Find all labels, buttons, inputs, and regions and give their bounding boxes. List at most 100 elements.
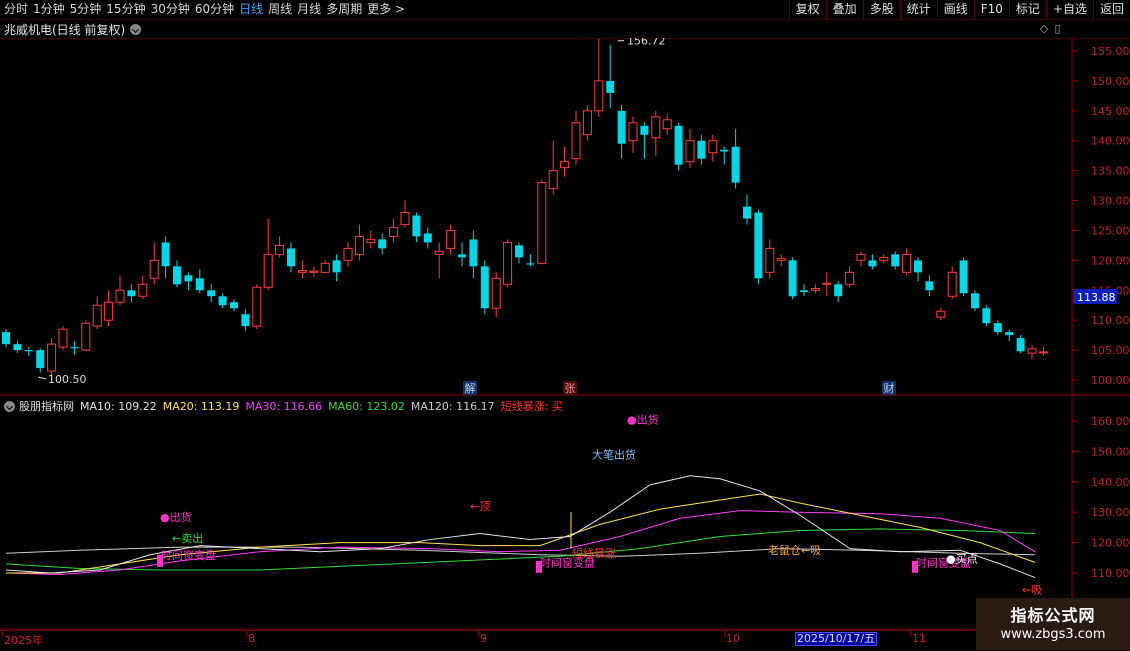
candle [161, 236, 170, 279]
sell-signal-top: ●出货 [627, 412, 659, 426]
big-sell-signal: 大笔出货 [592, 447, 636, 461]
period-tab-0[interactable]: 分时 [4, 0, 33, 19]
candle [320, 260, 330, 274]
candle-body [1016, 338, 1025, 352]
price-y-tick-label: 100.00 [1091, 374, 1130, 387]
candle [1005, 329, 1014, 342]
candle [959, 257, 968, 297]
toolbar-button-5[interactable]: F10 [973, 0, 1009, 19]
candle-body [92, 304, 102, 327]
short-surge-label: 短线暴涨 [572, 546, 616, 560]
toolbar-button-0[interactable]: 复权 [788, 0, 826, 19]
window-icon[interactable]: ▯ [1054, 22, 1060, 35]
period-tab-5[interactable]: 60分钟 [195, 0, 239, 19]
rat-position-label: 老鼠仓←吸 [768, 543, 821, 557]
candle [81, 320, 91, 352]
candle-body [230, 302, 238, 309]
candle [845, 266, 855, 288]
event-tag-unlock: 解 [465, 381, 476, 395]
candle-body [731, 146, 740, 183]
candle-body [503, 241, 513, 285]
top-toolbar: 分时 1分钟 5分钟 15分钟 30分钟 60分钟 日线 周线 月线 多周期 更多 > 复权 叠加 多股… [0, 0, 1130, 20]
candle [287, 242, 295, 273]
event-tag-limit-up: 张 [565, 382, 576, 395]
candle-body [207, 290, 216, 297]
candle [24, 347, 33, 357]
candle [708, 134, 718, 162]
candle-body [617, 110, 626, 144]
candle [173, 260, 181, 288]
candle-body [743, 206, 751, 219]
candle-body [36, 350, 45, 369]
diamond-icon[interactable]: ◇ [1040, 22, 1048, 35]
candle [469, 230, 478, 279]
candle [115, 275, 125, 306]
period-tab-8[interactable]: 月线 [297, 0, 326, 19]
period-tab-6[interactable]: 日线 [239, 0, 268, 19]
candle [149, 242, 159, 285]
toolbar-button-1[interactable]: 叠加 [825, 0, 863, 19]
candle [400, 200, 410, 228]
candle-body [606, 80, 615, 93]
period-tab-4[interactable]: 30分钟 [151, 0, 195, 19]
candle [548, 140, 558, 195]
price-y-tick-label: 110.00 [1091, 314, 1130, 327]
candle [412, 212, 421, 243]
candle [378, 233, 387, 255]
candle-body [548, 170, 558, 190]
indicator-chart[interactable]: 160.00 150.00 140.00 130.00 120.00 110.00 ●出货 ●… [0, 396, 1130, 630]
candle [241, 309, 250, 331]
candle [720, 146, 729, 165]
period-tab-3[interactable]: 15分钟 [106, 0, 150, 19]
candle [810, 284, 820, 294]
candle-body [515, 245, 523, 258]
toolbar-buttons: 复权 叠加 多股 统计 画线 F10 标记 +自选 返回 [788, 0, 1130, 19]
candle-body [287, 248, 295, 267]
candle [480, 260, 489, 315]
date-axis: 2025/10/17/五 2025年 8 9 10 11 [0, 630, 1070, 651]
period-tab-9[interactable]: 多周期 [326, 0, 367, 19]
toolbar-button-3[interactable]: 统计 [899, 0, 937, 19]
candle [354, 224, 364, 261]
candle-body [275, 244, 285, 255]
candle-body [24, 350, 33, 352]
price-y-tick-label: 150.00 [1091, 75, 1130, 88]
period-tab-1[interactable]: 1分钟 [33, 0, 70, 19]
toolbar-button-4[interactable]: 画线 [936, 0, 974, 19]
candle [332, 254, 341, 282]
date-tick [910, 631, 911, 637]
candle [662, 113, 672, 135]
toolbar-button-8[interactable]: 返回 [1092, 0, 1130, 19]
candle [891, 251, 900, 270]
candle-body [628, 122, 638, 142]
candle-body [810, 287, 820, 291]
period-tab-10[interactable]: 更多 > [367, 0, 410, 19]
candle [366, 230, 376, 249]
toolbar-button-7[interactable]: +自选 [1045, 0, 1093, 19]
candle [446, 224, 456, 255]
price-y-tick-label: 130.00 [1091, 195, 1130, 208]
candle [902, 248, 912, 276]
candle-body [309, 270, 319, 273]
period-tab-7[interactable]: 周线 [268, 0, 297, 19]
candle-body [263, 253, 273, 288]
candle-body [697, 140, 706, 159]
time-window-label-1: 时间窗变盘 [161, 548, 216, 562]
candle [560, 146, 570, 177]
candle [982, 305, 991, 327]
candle [491, 272, 501, 318]
candle [389, 218, 399, 243]
candle-body [423, 233, 432, 243]
watermark-logo: 指标公式网 www.zbgs3.com [976, 598, 1130, 650]
chevron-down-icon[interactable] [130, 23, 142, 35]
candle [92, 296, 102, 330]
candle-body [241, 314, 250, 327]
ind-y-tick-label: 150.00 [1091, 445, 1130, 458]
high-price-label: 156.72 [627, 38, 666, 48]
candle-body [925, 281, 934, 291]
toolbar-button-6[interactable]: 标记 [1008, 0, 1046, 19]
period-tab-2[interactable]: 5分钟 [70, 0, 107, 19]
ind-y-tick-label: 110.00 [1091, 567, 1130, 580]
toolbar-button-2[interactable]: 多股 [862, 0, 900, 19]
price-candlestick-chart[interactable]: 155.00 150.00 145.00 140.00 135.00 130.00 125.… [0, 38, 1130, 396]
